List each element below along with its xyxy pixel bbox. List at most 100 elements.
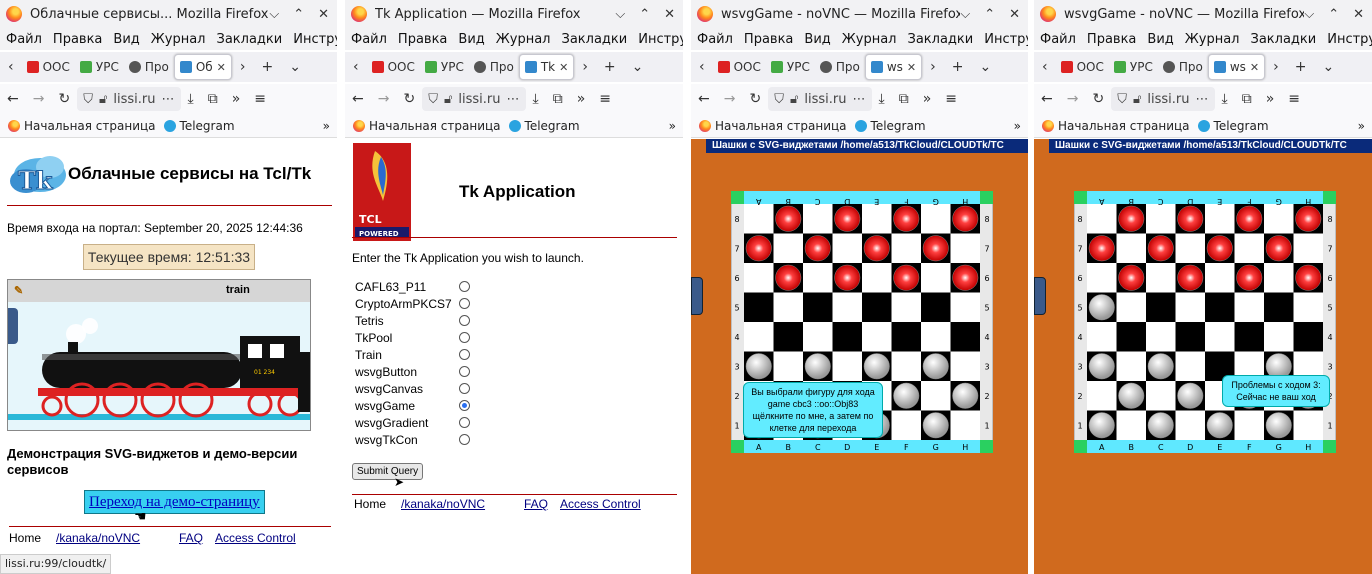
app-radio[interactable] xyxy=(459,383,470,394)
red-checker[interactable] xyxy=(1265,235,1292,262)
footer-access-link[interactable]: Access Control xyxy=(560,497,641,511)
menu-item[interactable]: Журнал xyxy=(496,32,551,47)
url-bar[interactable]: ⛉ 🔓︎ lissi.ru ⋯ xyxy=(422,87,526,111)
app-radio[interactable] xyxy=(459,298,470,309)
white-checker[interactable] xyxy=(1177,382,1204,409)
menu-item[interactable]: Правка xyxy=(1087,32,1136,47)
app-option[interactable]: CAFL63_P11 xyxy=(355,278,463,295)
minimize-icon[interactable]: ⌃ xyxy=(984,7,995,22)
menu-item[interactable]: Журнал xyxy=(151,32,206,47)
footer-novnc-link[interactable]: /kanaka/noVNC xyxy=(56,531,179,545)
browser-tab[interactable]: УРС xyxy=(766,54,815,80)
reload-icon[interactable]: ↻ xyxy=(742,91,768,107)
extensions-icon[interactable]: ⧉ xyxy=(892,91,916,107)
window-titlebar[interactable]: Tk Application — Mozilla Firefox ⌵ ⌃ ✕ xyxy=(345,0,683,28)
extensions-icon[interactable]: ⧉ xyxy=(201,91,225,107)
window-titlebar[interactable]: wsvgGame - noVNC — Mozilla Firefox ⌵ ⌃ ✕ xyxy=(1034,0,1372,28)
browser-tab[interactable]: Про xyxy=(469,54,519,80)
tab-close-icon[interactable]: ✕ xyxy=(1250,61,1259,74)
minimize-icon[interactable]: ⌃ xyxy=(1328,7,1339,22)
submit-button[interactable]: Submit Query xyxy=(352,463,424,480)
white-checker[interactable] xyxy=(863,353,890,380)
close-icon[interactable]: ✕ xyxy=(1353,7,1364,22)
browser-tab[interactable]: УРС xyxy=(75,54,124,80)
window-titlebar[interactable]: wsvgGame - noVNC — Mozilla Firefox ⌵ ⌃ ✕ xyxy=(691,0,1028,28)
download-icon[interactable]: ⤓ xyxy=(526,91,546,107)
menu-item[interactable]: Инструменты xyxy=(638,32,683,47)
minimize-icon[interactable]: ⌃ xyxy=(639,7,650,22)
download-icon[interactable]: ⤓ xyxy=(181,91,201,107)
white-checker[interactable] xyxy=(1147,353,1174,380)
menu-item[interactable]: Инструменты xyxy=(1327,32,1372,47)
new-tab-icon[interactable]: + xyxy=(254,59,282,75)
tab-close-icon[interactable]: ✕ xyxy=(907,61,916,74)
red-checker[interactable] xyxy=(834,264,861,291)
back-icon[interactable]: ← xyxy=(345,91,371,107)
reload-icon[interactable]: ↻ xyxy=(1085,91,1111,107)
app-radio[interactable] xyxy=(459,281,470,292)
menu-item[interactable]: Файл xyxy=(6,32,42,47)
white-checker[interactable] xyxy=(922,353,949,380)
menu-item[interactable]: Закладки xyxy=(562,32,628,47)
red-checker[interactable] xyxy=(745,235,772,262)
forward-icon[interactable]: → xyxy=(26,91,52,107)
reload-icon[interactable]: ↻ xyxy=(396,91,422,107)
tab-close-icon[interactable]: ✕ xyxy=(559,61,568,74)
tab-list-icon[interactable]: ⌄ xyxy=(1314,59,1342,75)
url-bar[interactable]: ⛉ 🔓︎ lissi.ru ⋯ xyxy=(1111,87,1215,111)
minimize-icon[interactable]: ⌃ xyxy=(293,7,304,22)
red-checker[interactable] xyxy=(1206,235,1233,262)
back-icon[interactable]: ← xyxy=(691,91,717,107)
menu-item[interactable]: Файл xyxy=(697,32,733,47)
vnc-handle[interactable] xyxy=(8,308,18,344)
more-icon[interactable]: ⋯ xyxy=(853,92,866,107)
footer-faq-link[interactable]: FAQ xyxy=(524,497,560,511)
tab-list-icon[interactable]: ⌄ xyxy=(971,59,999,75)
menu-item[interactable]: Закладки xyxy=(908,32,974,47)
demo-page-link[interactable]: Переход на демо-страницу xyxy=(84,490,265,514)
red-checker[interactable] xyxy=(1147,235,1174,262)
hamburger-menu-icon[interactable]: ≡ xyxy=(247,91,273,107)
more-icon[interactable]: ⋯ xyxy=(162,92,175,107)
app-radio[interactable] xyxy=(459,366,470,377)
red-checker[interactable] xyxy=(922,235,949,262)
chevron-down-icon[interactable]: ⌵ xyxy=(269,7,279,22)
app-radio[interactable] xyxy=(459,349,470,360)
app-option[interactable]: wsvgButton xyxy=(355,363,463,380)
red-checker[interactable] xyxy=(1236,205,1263,232)
new-tab-icon[interactable]: + xyxy=(944,59,972,75)
menu-item[interactable]: Инструменты xyxy=(984,32,1028,47)
tooltip[interactable]: Вы выбрали фигуру для хода game cbc3 ::o… xyxy=(743,382,883,438)
red-checker[interactable] xyxy=(952,264,979,291)
white-checker[interactable] xyxy=(804,353,831,380)
chevron-down-icon[interactable]: ⌵ xyxy=(1304,7,1314,22)
browser-tab[interactable]: ООС xyxy=(713,54,766,80)
white-checker[interactable] xyxy=(893,382,920,409)
tab-list-icon[interactable]: ⌄ xyxy=(624,59,652,75)
red-checker[interactable] xyxy=(775,264,802,291)
back-icon[interactable]: ← xyxy=(0,91,26,107)
window-titlebar[interactable]: Облачные сервисы... Mozilla Firefox ⌵ ⌃ ✕ xyxy=(0,0,337,28)
browser-tab[interactable]: Tk ✕ xyxy=(518,54,575,80)
app-radio[interactable] xyxy=(459,434,470,445)
browser-tab[interactable]: Про xyxy=(815,54,865,80)
bookmark-telegram[interactable]: Telegram xyxy=(1197,119,1269,133)
bookmark-home[interactable]: Начальная страница xyxy=(8,119,156,133)
menu-item[interactable]: Правка xyxy=(744,32,793,47)
hamburger-menu-icon[interactable]: ≡ xyxy=(938,91,964,107)
overflow-icon[interactable]: » xyxy=(1259,91,1282,107)
overflow-icon[interactable]: » xyxy=(570,91,593,107)
app-option[interactable]: Train xyxy=(355,346,463,363)
browser-tab[interactable]: ООС xyxy=(22,54,75,80)
browser-tab[interactable]: УРС xyxy=(420,54,469,80)
overflow-icon[interactable]: » xyxy=(916,91,939,107)
bookmark-home[interactable]: Начальная страница xyxy=(699,119,847,133)
extensions-icon[interactable]: ⧉ xyxy=(546,91,570,107)
menu-item[interactable]: Вид xyxy=(113,32,139,47)
white-checker[interactable] xyxy=(1118,382,1145,409)
white-checker[interactable] xyxy=(745,353,772,380)
red-checker[interactable] xyxy=(893,264,920,291)
menu-item[interactable]: Вид xyxy=(1147,32,1173,47)
menu-item[interactable]: Журнал xyxy=(842,32,897,47)
menu-item[interactable]: Вид xyxy=(804,32,830,47)
